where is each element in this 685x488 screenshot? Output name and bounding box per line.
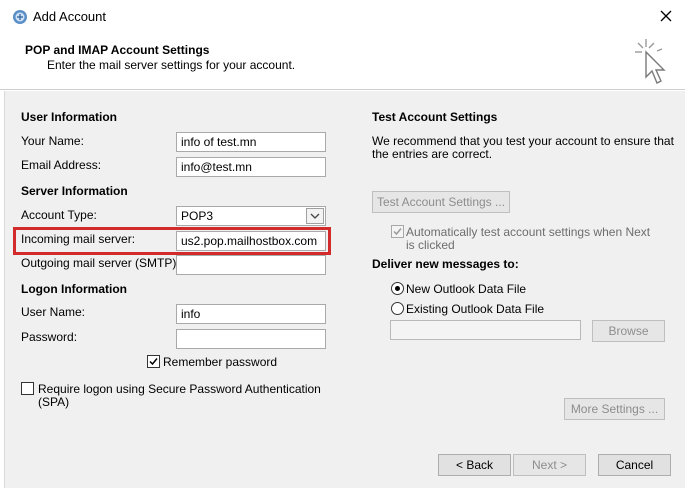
existing-data-file-label: Existing Outlook Data File — [406, 302, 545, 316]
auto-test-checkbox[interactable] — [391, 225, 404, 238]
incoming-server-field[interactable] — [176, 231, 326, 251]
email-field[interactable] — [176, 157, 326, 177]
test-settings-heading: Test Account Settings — [372, 110, 498, 124]
account-type-label: Account Type: — [21, 208, 97, 222]
test-desc-line1: We recommend that you test your account … — [372, 134, 674, 148]
spa-label-line2: (SPA) — [38, 395, 70, 409]
new-data-file-radio[interactable] — [391, 282, 404, 295]
password-label: Password: — [21, 330, 78, 344]
close-icon[interactable] — [656, 6, 676, 26]
page-title: POP and IMAP Account Settings — [25, 43, 210, 57]
cursor-sparkle-icon — [635, 39, 666, 84]
panel-edge — [0, 91, 5, 488]
outlook-account-icon — [13, 10, 27, 24]
spa-checkbox[interactable] — [21, 382, 34, 395]
check-icon — [393, 228, 402, 236]
chevron-down-icon — [310, 213, 320, 219]
user-name-field[interactable] — [176, 304, 326, 324]
account-type-value: POP3 — [181, 209, 214, 223]
your-name-label: Your Name: — [21, 134, 84, 148]
browse-button[interactable]: Browse — [592, 320, 665, 342]
radio-dot — [395, 286, 400, 291]
test-account-settings-button[interactable]: Test Account Settings ... — [372, 191, 510, 213]
existing-data-file-radio[interactable] — [391, 302, 404, 315]
new-data-file-label: New Outlook Data File — [406, 282, 527, 296]
account-type-select[interactable]: POP3 — [176, 206, 326, 226]
dropdown-button[interactable] — [306, 208, 324, 224]
data-file-path-field[interactable] — [390, 320, 581, 340]
remember-password-label: Remember password — [163, 355, 278, 369]
deliver-heading: Deliver new messages to: — [372, 257, 519, 271]
check-icon — [149, 358, 158, 366]
user-name-label: User Name: — [21, 305, 86, 319]
next-button[interactable]: Next > — [513, 454, 586, 476]
window-title: Add Account — [33, 9, 106, 24]
more-settings-button[interactable]: More Settings ... — [564, 398, 665, 420]
outgoing-server-label: Outgoing mail server (SMTP): — [21, 256, 180, 270]
email-label: Email Address: — [21, 158, 102, 172]
cancel-button[interactable]: Cancel — [598, 454, 671, 476]
remember-password-checkbox[interactable] — [147, 355, 160, 368]
server-info-heading: Server Information — [21, 184, 128, 198]
auto-test-label-line1: Automatically test account settings when… — [406, 225, 651, 239]
outgoing-server-field[interactable] — [176, 255, 326, 275]
user-info-heading: User Information — [21, 110, 118, 124]
page-subtitle: Enter the mail server settings for your … — [47, 58, 296, 72]
logon-info-heading: Logon Information — [21, 282, 127, 296]
password-field[interactable] — [176, 329, 326, 349]
incoming-server-label: Incoming mail server: — [21, 232, 136, 246]
test-desc-line2: the entries are correct. — [372, 147, 493, 161]
auto-test-label-line2: is clicked — [406, 238, 455, 252]
your-name-field[interactable] — [176, 132, 326, 152]
spa-label-line1: Require logon using Secure Password Auth… — [38, 382, 321, 396]
back-button[interactable]: < Back — [438, 454, 511, 476]
